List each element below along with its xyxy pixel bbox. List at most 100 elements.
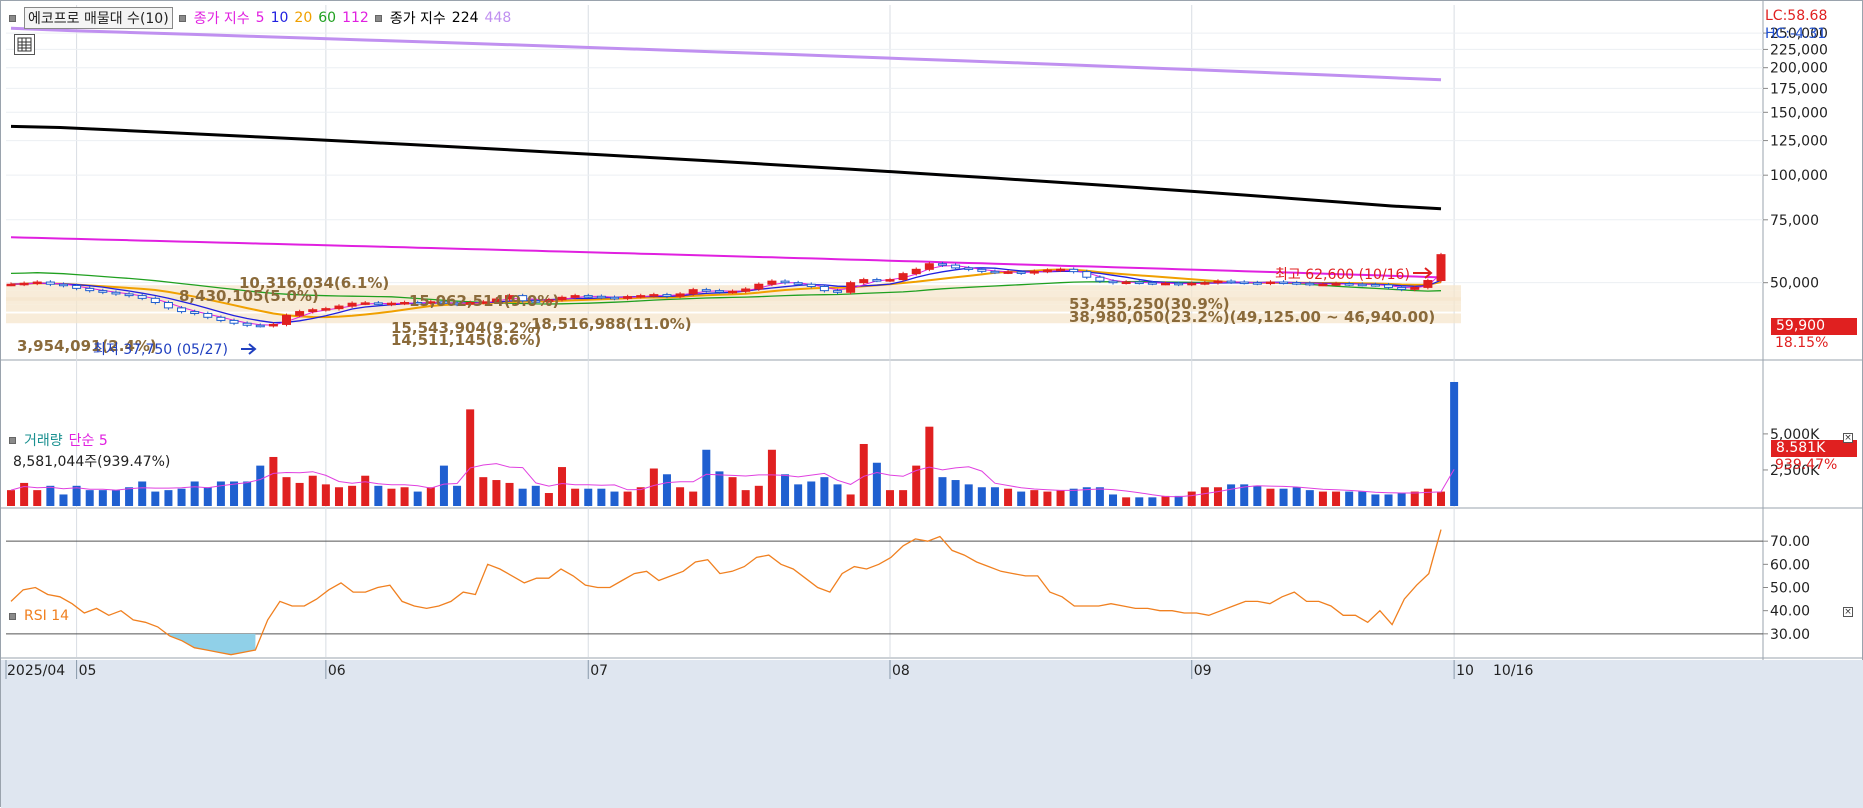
ma2-title[interactable]: 종가 지수 xyxy=(390,8,446,28)
volume-bar xyxy=(964,484,973,506)
volume-bar xyxy=(387,488,396,506)
volume-bar xyxy=(177,488,186,506)
volume-bar xyxy=(1450,381,1459,506)
candle-body xyxy=(1121,281,1131,285)
candle-body xyxy=(1108,280,1118,284)
volume-bar xyxy=(715,471,724,506)
candle-body xyxy=(72,285,82,289)
x-axis-end-label: 10/16 xyxy=(1493,663,1533,679)
candle-body xyxy=(937,263,947,266)
volume-bar xyxy=(872,462,881,506)
candle-body xyxy=(1239,281,1249,285)
volume-bar xyxy=(925,426,934,506)
volume-bar xyxy=(98,490,107,506)
candle-body xyxy=(1226,280,1236,284)
candle-body xyxy=(1042,269,1052,273)
volume-bar xyxy=(728,477,737,506)
candle-body xyxy=(885,279,895,282)
ma-period-60[interactable]: 60 xyxy=(318,10,336,26)
high-marker-label: 최고 62,600 (10/16) xyxy=(1275,267,1410,283)
candle-body xyxy=(150,297,160,304)
table-icon[interactable] xyxy=(14,34,35,55)
ma-period-112[interactable]: 112 xyxy=(342,10,369,26)
ma-period-224[interactable]: 224 xyxy=(452,10,479,26)
candle-body xyxy=(190,311,200,314)
volume-bar xyxy=(1095,487,1104,506)
candle-body xyxy=(1174,282,1184,286)
volume-bar xyxy=(689,491,698,506)
price-tick-label: 150,000 xyxy=(1770,105,1828,121)
low-marker-arrow xyxy=(241,343,257,355)
lc-label: LC:58.68 xyxy=(1765,8,1828,24)
ma112-line xyxy=(10,236,1442,279)
candle-body xyxy=(334,305,344,310)
volume-bar xyxy=(426,487,435,506)
volume-profile-label: 18,516,988(11.0%) xyxy=(531,315,692,333)
volume-bar xyxy=(256,465,265,506)
candle-body xyxy=(229,319,239,324)
volume-bar xyxy=(754,485,763,506)
ma-period-20[interactable]: 20 xyxy=(294,10,312,26)
candle-body xyxy=(583,295,593,298)
volume-bar xyxy=(1017,491,1026,506)
candle-body xyxy=(609,296,619,300)
volume-bar xyxy=(7,490,15,506)
volume-title[interactable]: 거래량 xyxy=(24,430,63,450)
volume-bar xyxy=(59,494,68,506)
volume-bar xyxy=(1332,491,1341,506)
candle-body xyxy=(701,289,711,292)
volume-bar xyxy=(610,491,619,506)
volume-bar xyxy=(308,475,317,506)
candle-body xyxy=(964,267,974,270)
volume-bar xyxy=(1004,488,1013,506)
ma-period-5[interactable]: 5 xyxy=(256,10,265,26)
volume-bar xyxy=(518,488,527,506)
candle-body xyxy=(1056,268,1066,272)
volume-bar xyxy=(1410,491,1419,506)
candle-body xyxy=(1305,282,1315,286)
ma-period-10[interactable]: 10 xyxy=(271,10,289,26)
price-tick-label: 75,000 xyxy=(1770,213,1819,229)
volume-bar xyxy=(138,481,147,506)
rsi-title[interactable]: RSI 14 xyxy=(24,608,69,624)
volume-bar xyxy=(990,487,999,506)
legend-marker xyxy=(9,436,16,444)
volume-bar xyxy=(1423,488,1432,506)
candle-body xyxy=(1213,280,1223,284)
volume-bar xyxy=(544,493,553,506)
volume-bar xyxy=(479,477,488,506)
candle-body xyxy=(636,295,646,298)
volume-close-icon[interactable]: × xyxy=(1843,433,1853,443)
candle-body xyxy=(373,302,383,305)
candle-body xyxy=(45,281,55,285)
volume-profile-label: 8,430,105(5.0%) xyxy=(179,287,319,305)
candle-body xyxy=(321,308,331,311)
price-legend: 에코프로 매물대 수(10) 종가 지수 5 10 20 60 112 종가 지… xyxy=(9,7,512,29)
rsi-tick-label: 30.00 xyxy=(1770,627,1810,643)
candle-body xyxy=(911,268,921,275)
price-tick-label: 125,000 xyxy=(1770,134,1828,150)
price-tick-label: 100,000 xyxy=(1770,168,1828,184)
ma-title[interactable]: 종가 지수 xyxy=(194,8,250,28)
rsi-close-icon[interactable]: × xyxy=(1843,607,1853,617)
volume-bar xyxy=(662,474,671,506)
candle-body xyxy=(124,293,134,297)
volume-bar xyxy=(623,491,632,506)
x-axis-label: 05 xyxy=(79,663,97,679)
candle-body xyxy=(1082,271,1092,278)
chart-canvas[interactable]: 250,000225,000200,000175,000150,000125,0… xyxy=(1,1,1863,808)
volume-bar xyxy=(413,491,422,506)
ma-period-448[interactable]: 448 xyxy=(485,10,512,26)
volume-bar xyxy=(1200,487,1209,506)
candle-body xyxy=(1147,282,1157,285)
volume-bar xyxy=(1148,497,1157,506)
price-tick-label: 200,000 xyxy=(1770,61,1828,77)
price-tick-label: 50,000 xyxy=(1770,276,1819,292)
volume-bar xyxy=(1371,494,1380,506)
volume-ma-label[interactable]: 단순 5 xyxy=(69,430,108,450)
candle-body xyxy=(242,322,252,326)
volume-bar xyxy=(46,485,55,506)
stock-label[interactable]: 에코프로 매물대 수(10) xyxy=(24,7,173,29)
volume-bar xyxy=(885,490,894,506)
volume-bar xyxy=(1397,493,1406,506)
